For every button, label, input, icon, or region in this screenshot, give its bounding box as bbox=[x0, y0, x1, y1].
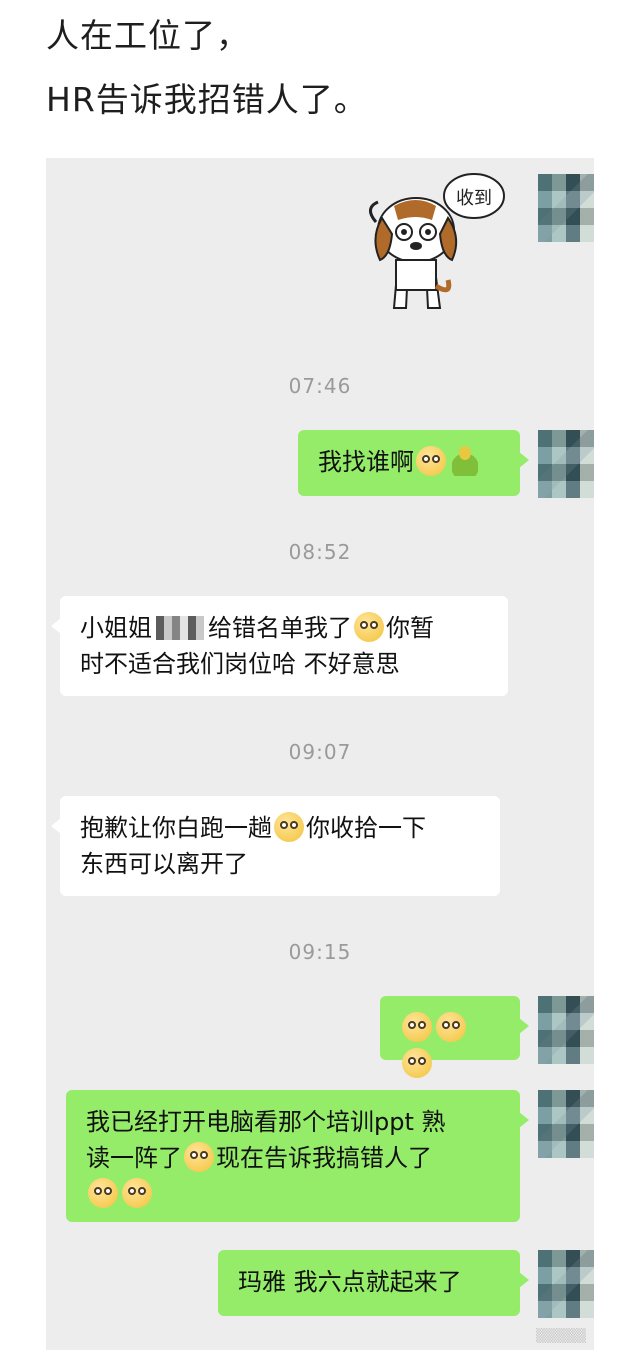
doge-emoji bbox=[402, 1048, 432, 1078]
plant-emoji bbox=[452, 446, 478, 476]
message-text: 时不适合我们岗位哈 不好意思 bbox=[80, 650, 400, 678]
timestamp: 09:07 bbox=[288, 740, 352, 764]
avatar[interactable] bbox=[538, 174, 594, 242]
doge-emoji bbox=[88, 1178, 118, 1208]
caption-line-2: HR告诉我招错人了。 bbox=[46, 80, 368, 119]
message-text: 现在告诉我搞错人了 bbox=[216, 1144, 432, 1172]
timestamp: 09:15 bbox=[288, 940, 352, 964]
avatar[interactable] bbox=[538, 1250, 594, 1318]
tired-emoji bbox=[274, 812, 304, 842]
chat-screenshot: 收到 07:46 我找谁啊 08:52 小姐姐 给错名单我了 你暂 时不适合我们岗位… bbox=[46, 158, 594, 1350]
avatar[interactable] bbox=[538, 996, 594, 1064]
message-text: 东西可以离开了 bbox=[80, 850, 248, 878]
message-bubble-me[interactable]: 我找谁啊 bbox=[298, 430, 529, 496]
message-text: 我已经打开电脑看那个培训ppt 熟 bbox=[86, 1108, 446, 1136]
caption-line-1: 人在工位了， bbox=[46, 16, 250, 55]
message-bubble-them[interactable]: 抱歉让你白跑一趟 你收拾一下 东西可以离开了 bbox=[51, 796, 500, 896]
message-bubble-me[interactable]: 我已经打开电脑看那个培训ppt 熟 读一阵了 现在告诉我搞错人了 bbox=[66, 1090, 529, 1222]
doge-emoji bbox=[184, 1142, 214, 1172]
avatar[interactable] bbox=[538, 1090, 594, 1158]
message-bubble-me[interactable] bbox=[380, 996, 529, 1078]
doge-emoji bbox=[402, 1012, 432, 1042]
message-text: 你收拾一下 bbox=[306, 814, 426, 842]
doge-emoji bbox=[122, 1178, 152, 1208]
timestamp: 08:52 bbox=[288, 540, 352, 564]
message-text: 读一阵了 bbox=[86, 1144, 182, 1172]
message-text: 给错名单我了 bbox=[208, 614, 352, 642]
timestamp: 07:46 bbox=[288, 374, 352, 398]
avatar[interactable] bbox=[538, 430, 594, 498]
doge-emoji bbox=[436, 1012, 466, 1042]
message-text: 我找谁啊 bbox=[318, 448, 414, 476]
facepalm-emoji bbox=[354, 612, 384, 642]
message-text: 抱歉让你白跑一趟 bbox=[80, 814, 272, 842]
redacted-name bbox=[156, 616, 204, 640]
message-bubble-me[interactable]: 玛雅 我六点就起来了 bbox=[218, 1250, 529, 1316]
watermark: ▒▒▒▒▒ bbox=[536, 1329, 586, 1344]
message-text: 小姐姐 bbox=[80, 614, 152, 642]
message-text: 玛雅 我六点就起来了 bbox=[238, 1268, 462, 1296]
message-bubble-them[interactable]: 小姐姐 给错名单我了 你暂 时不适合我们岗位哈 不好意思 bbox=[51, 596, 508, 696]
sticker-text: 收到 bbox=[456, 188, 492, 209]
doge-emoji bbox=[416, 446, 446, 476]
message-text: 你暂 bbox=[386, 614, 434, 642]
dog-sticker: 收到 bbox=[369, 173, 505, 309]
